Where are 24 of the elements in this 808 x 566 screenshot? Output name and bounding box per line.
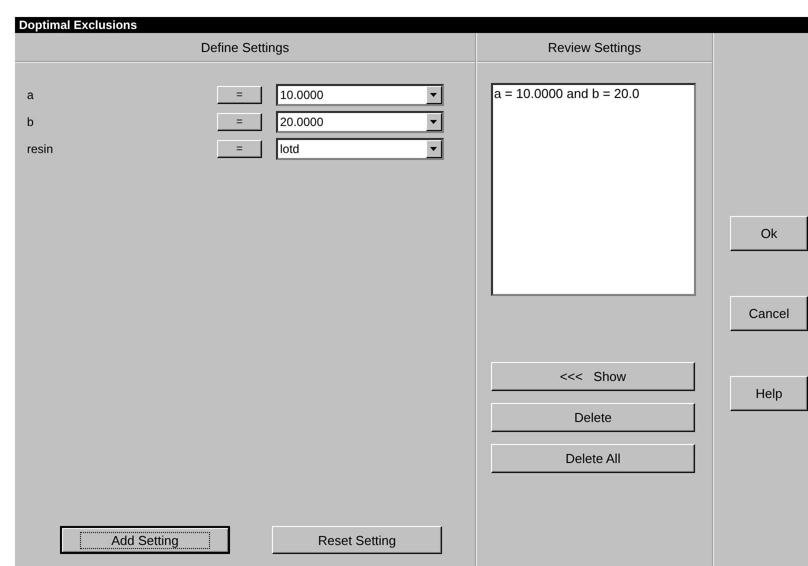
settings-list[interactable]: a = 10.0000 and b = 20.0 xyxy=(491,83,696,296)
panel-header: Review Settings xyxy=(477,33,712,63)
review-button[interactable]: <<< Show xyxy=(491,362,695,391)
dropdown-arrow-icon xyxy=(430,93,438,97)
setting-label: a xyxy=(27,88,35,102)
setting-label: resin xyxy=(27,142,54,156)
setting-button[interactable]: Reset Setting xyxy=(272,526,442,554)
value-dropdown[interactable]: 20.0000 xyxy=(276,111,444,133)
dialog-button[interactable]: Cancel xyxy=(730,296,808,331)
dialog-button[interactable]: Help xyxy=(730,376,808,411)
setting-button[interactable]: Add Setting xyxy=(60,526,230,554)
equals-button[interactable]: = xyxy=(217,86,262,104)
value-dropdown[interactable]: lotd xyxy=(276,138,444,160)
dropdown-arrow-icon xyxy=(430,147,438,151)
value-dropdown[interactable]: 10.0000 xyxy=(276,84,444,106)
review-button[interactable]: Delete xyxy=(491,403,695,432)
window-title: Doptimal Exclusions xyxy=(15,17,808,33)
dialog-button[interactable]: Ok xyxy=(730,216,808,251)
equals-button[interactable]: = xyxy=(217,140,262,158)
dropdown-arrow-icon xyxy=(430,120,438,124)
equals-button[interactable]: = xyxy=(217,113,262,131)
panel-header: Define Settings xyxy=(15,33,475,63)
setting-label: b xyxy=(27,115,35,129)
review-button[interactable]: Delete All xyxy=(491,444,695,473)
